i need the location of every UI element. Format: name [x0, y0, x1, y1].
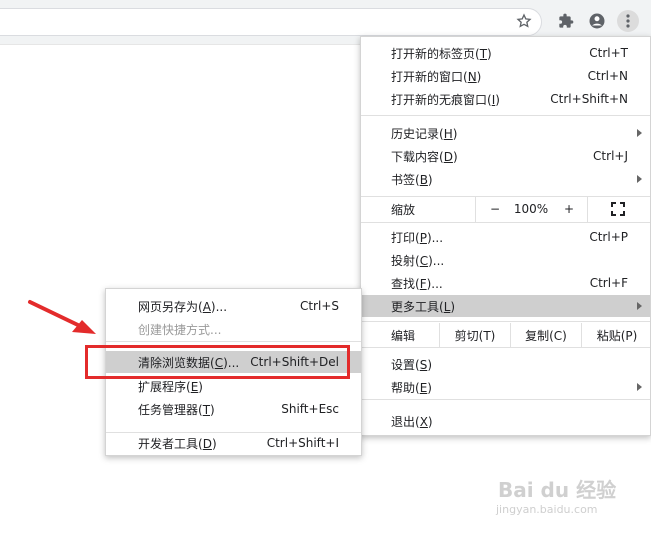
menu-separator [361, 115, 650, 116]
page-divider [0, 44, 360, 45]
annotation-arrow-icon [28, 300, 96, 334]
menu-item-label: 扩展程序(E) [138, 379, 203, 394]
menu-item-help-0[interactable]: 设置(S) [361, 353, 650, 375]
menu-item-shortcut: Ctrl+S [299, 299, 339, 313]
menu-item-label: 打开新的窗口(N) [391, 69, 482, 84]
menu-item-label: 打开新的无痕窗口(I) [391, 92, 500, 107]
account-icon[interactable] [587, 11, 607, 31]
menu-item-nav-2[interactable]: 书签(B) [361, 168, 650, 190]
menu-item-shortcut: Ctrl+Shift+N [550, 92, 628, 106]
menu-item-label: 帮助(E) [391, 380, 432, 395]
submenu-item-5[interactable]: 开发者工具(D) Ctrl+Shift+I [106, 432, 361, 454]
menu-item-tools-3[interactable]: 更多工具(L) [361, 295, 650, 317]
menu-item-shortcut: Ctrl+J [593, 149, 628, 163]
menu-separator [106, 341, 361, 342]
submenu-item-1[interactable]: 创建快捷方式... [106, 318, 361, 340]
menu-item-shortcut: Ctrl+P [589, 230, 628, 244]
menu-item-label: 打开新的标签页(T) [391, 46, 492, 61]
menu-item-label: 任务管理器(T) [138, 402, 215, 417]
menu-separator [106, 432, 361, 433]
menu-item-shortcut: Ctrl+N [587, 69, 628, 83]
menu-separator [361, 347, 650, 348]
baidu-watermark-url: jingyan.baidu.com [496, 503, 598, 516]
menu-item-label: 查找(F)... [391, 276, 443, 291]
submenu-item-4[interactable]: 任务管理器(T) Shift+Esc [106, 398, 361, 420]
menu-icon[interactable] [617, 10, 639, 32]
address-bar[interactable] [0, 8, 542, 36]
submenu-arrow-icon [637, 383, 642, 391]
zoom-out-button[interactable]: − [483, 196, 507, 222]
menu-item-label: 网页另存为(A)... [138, 299, 228, 314]
copy-button[interactable]: 复制(C) [511, 323, 581, 347]
menu-item-tools-2[interactable]: 查找(F)... Ctrl+F [361, 272, 650, 294]
menu-item-new-1[interactable]: 打开新的窗口(N) Ctrl+N [361, 65, 650, 87]
menu-item-label: 创建快捷方式... [138, 322, 222, 337]
menu-item-nav-0[interactable]: 历史记录(H) [361, 122, 650, 144]
menu-item-label: 打印(P)... [391, 230, 444, 245]
zoom-label: 缩放 [391, 202, 416, 217]
menu-item-label: 开发者工具(D) [138, 436, 217, 451]
zoom-level: 100% [513, 202, 549, 216]
zoom-row: 缩放 − 100% + [361, 196, 650, 222]
menu-item-nav-1[interactable]: 下载内容(D) Ctrl+J [361, 145, 650, 167]
menu-separator [361, 222, 650, 223]
highlight-annotation-box [85, 345, 350, 379]
edit-row: 编辑 剪切(T) 复制(C) 粘贴(P) [361, 323, 650, 347]
extensions-icon[interactable] [556, 11, 576, 31]
chrome-main-menu: 打开新的标签页(T) Ctrl+T 打开新的窗口(N) Ctrl+N 打开新的无痕窗口(… [360, 36, 651, 436]
menu-item-shortcut: Ctrl+T [589, 46, 628, 60]
menu-item-label: 更多工具(L) [391, 299, 456, 314]
menu-item-new-2[interactable]: 打开新的无痕窗口(I) Ctrl+Shift+N [361, 88, 650, 110]
submenu-arrow-icon [637, 175, 642, 183]
zoom-in-button[interactable]: + [557, 196, 581, 222]
menu-item-exit[interactable]: 退出(X) [361, 410, 650, 432]
menu-item-tools-0[interactable]: 打印(P)... Ctrl+P [361, 226, 650, 248]
submenu-arrow-icon [637, 129, 642, 137]
menu-item-label: 设置(S) [391, 357, 432, 372]
fullscreen-icon[interactable] [601, 196, 635, 222]
edit-label: 编辑 [391, 328, 416, 343]
menu-item-help-1[interactable]: 帮助(E) [361, 376, 650, 398]
menu-item-label: 书签(B) [391, 172, 433, 187]
star-icon[interactable] [514, 11, 534, 31]
menu-separator [361, 399, 650, 400]
cut-button[interactable]: 剪切(T) [440, 323, 510, 347]
baidu-watermark-logo: Bai du 经验 [498, 478, 617, 502]
menu-item-shortcut: Ctrl+Shift+I [266, 436, 339, 450]
menu-item-label: 下载内容(D) [391, 149, 458, 164]
menu-item-shortcut: Ctrl+F [589, 276, 628, 290]
menu-item-new-0[interactable]: 打开新的标签页(T) Ctrl+T [361, 42, 650, 64]
submenu-arrow-icon [637, 302, 642, 310]
submenu-item-0[interactable]: 网页另存为(A)... Ctrl+S [106, 295, 361, 317]
menu-item-label: 投射(C)... [391, 253, 445, 268]
menu-item-shortcut: Shift+Esc [281, 402, 339, 416]
menu-item-tools-1[interactable]: 投射(C)... [361, 249, 650, 271]
menu-separator [361, 321, 650, 322]
menu-item-label: 历史记录(H) [391, 126, 458, 141]
paste-button[interactable]: 粘贴(P) [582, 323, 651, 347]
